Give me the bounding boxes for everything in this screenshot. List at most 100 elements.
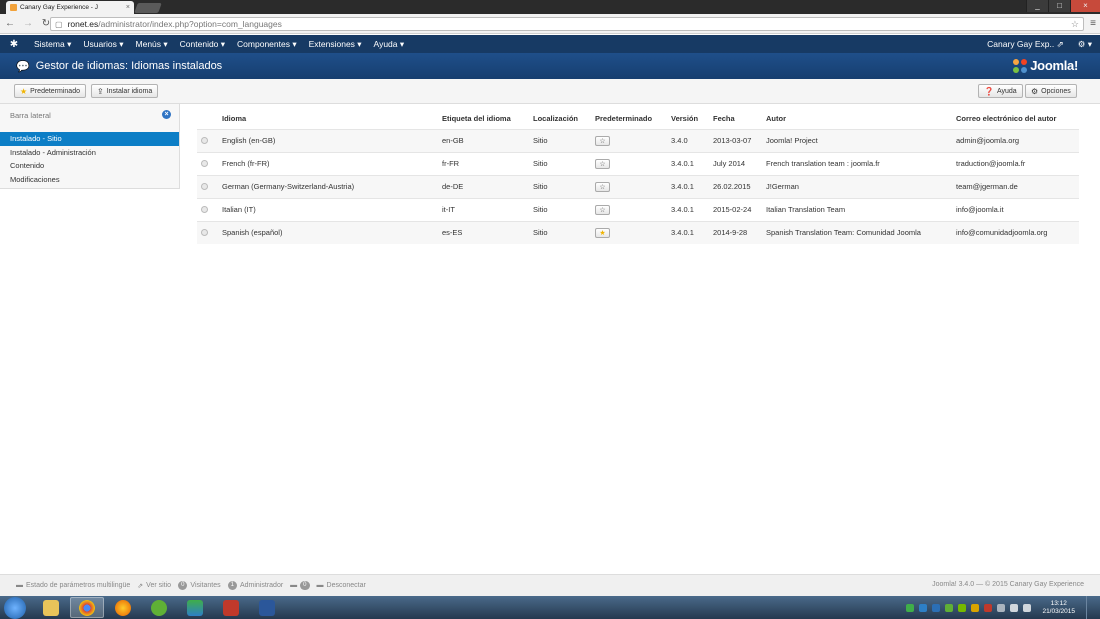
tray-icon-security[interactable] xyxy=(984,603,993,612)
multilang-status[interactable]: ▬ Estado de parámetros multilingüe xyxy=(16,582,130,589)
install-language-button[interactable]: ⇪ Instalar idioma xyxy=(91,84,159,98)
sidebar-item-overrides[interactable]: Modificaciones xyxy=(0,173,179,187)
cell-location: Sitio xyxy=(533,174,595,198)
table-header-row: Idioma Etiqueta del idioma Localización … xyxy=(197,108,1079,129)
site-link[interactable]: Canary Gay Exp.. ⇗ xyxy=(987,39,1064,50)
col-header-language[interactable]: Idioma xyxy=(222,108,442,129)
col-header-author[interactable]: Autor xyxy=(766,108,956,129)
menu-componentes[interactable]: Componentes ▾ xyxy=(231,39,303,50)
col-header-email[interactable]: Correo electrónico del autor xyxy=(956,108,1079,129)
joomla-menu-logo-icon[interactable]: ✱ xyxy=(0,39,28,50)
cell-version: 3.4.0.1 xyxy=(671,220,713,244)
browser-tab-title: Canary Gay Experience - J xyxy=(20,4,99,11)
taskbar-filezilla[interactable] xyxy=(214,597,248,618)
sidebar-item-installed-site[interactable]: Instalado - Sitio xyxy=(0,132,179,146)
tray-icon-nvidia[interactable] xyxy=(958,603,967,612)
show-desktop-button[interactable] xyxy=(1086,596,1094,619)
address-bar[interactable]: ▢ ronet.es/administrator/index.php?optio… xyxy=(50,17,1084,31)
taskbar-firefox[interactable] xyxy=(106,597,140,618)
browser-tab[interactable]: Canary Gay Experience - J × xyxy=(6,1,134,14)
help-button[interactable]: ❓ Ayuda xyxy=(978,84,1023,98)
window-controls: _ □ × xyxy=(1026,0,1100,12)
external-link-icon: ⇗ xyxy=(137,582,144,590)
status-bar: ▬ Estado de parámetros multilingüe ⇗ Ver… xyxy=(0,574,1100,596)
tray-icon-utorrent[interactable] xyxy=(945,603,954,612)
tray-icon-java[interactable] xyxy=(971,603,980,612)
taskbar-explorer[interactable] xyxy=(34,597,68,618)
row-select-radio[interactable] xyxy=(201,229,208,237)
tray-icon-flag[interactable] xyxy=(997,603,1006,612)
minimize-button[interactable]: _ xyxy=(1026,0,1048,12)
cell-tag: it-IT xyxy=(442,197,533,221)
cell-email: team@jgerman.de xyxy=(956,174,1079,198)
default-star-empty-icon[interactable]: ☆ xyxy=(595,181,610,192)
joomla-favicon-icon xyxy=(10,4,17,11)
logout-link[interactable]: ▬ Desconectar xyxy=(317,582,366,589)
windows-start-icon[interactable] xyxy=(4,596,26,619)
taskbar-utorrent[interactable] xyxy=(142,597,176,618)
tray-icon-volume[interactable] xyxy=(1023,603,1032,612)
default-star-empty-icon[interactable]: ☆ xyxy=(595,158,610,169)
col-header-default[interactable]: Predeterminado xyxy=(595,108,671,129)
default-star-empty-icon[interactable]: ☆ xyxy=(595,204,610,215)
page-title: Gestor de idiomas: Idiomas instalados xyxy=(35,60,223,72)
menu-contenido[interactable]: Contenido ▾ xyxy=(174,39,231,50)
table-row: German (Germany-Switzerland-Austria) de-D… xyxy=(197,174,1079,198)
browser-tab-bar: Canary Gay Experience - J × _ □ × xyxy=(0,0,1100,14)
new-tab-button[interactable] xyxy=(134,3,162,13)
cell-date: 2015-02-24 xyxy=(713,197,766,221)
row-select-radio[interactable] xyxy=(201,160,208,167)
tray-icon-network-bars[interactable] xyxy=(1010,603,1019,612)
tray-icon-sync[interactable] xyxy=(919,603,928,612)
languages-table: Idioma Etiqueta del idioma Localización … xyxy=(197,108,1079,244)
col-header-location[interactable]: Localización xyxy=(533,108,595,129)
taskbar-clock[interactable]: 13:12 21/03/2015 xyxy=(1042,600,1075,616)
table-row: Italian (IT) it-IT Sitio ☆ 3.4.0.1 2015-02-24… xyxy=(197,197,1079,221)
browser-menu-icon[interactable]: ≡ xyxy=(1090,18,1096,29)
tab-close-icon[interactable]: × xyxy=(126,4,130,11)
taskbar-word[interactable] xyxy=(250,597,284,618)
taskbar-transfer[interactable] xyxy=(178,597,212,618)
cell-version: 3.4.0.1 xyxy=(671,151,713,175)
menu-extensiones[interactable]: Extensiones ▾ xyxy=(303,39,368,50)
cell-location: Sitio xyxy=(533,128,595,152)
menu-usuarios[interactable]: Usuarios ▾ xyxy=(77,39,129,50)
col-header-tag[interactable]: Etiqueta del idioma xyxy=(442,108,533,129)
cell-tag: en-GB xyxy=(442,128,533,152)
menu-sistema[interactable]: Sistema ▾ xyxy=(28,39,77,50)
row-select-radio[interactable] xyxy=(201,183,208,190)
sidebar-item-content[interactable]: Contenido xyxy=(0,159,179,173)
envelope-icon: ▬ xyxy=(290,582,298,589)
filezilla-icon xyxy=(223,599,239,616)
messages-count[interactable]: ▬ 0 xyxy=(290,581,310,590)
col-header-version[interactable]: Versión xyxy=(671,108,713,129)
menu-ayuda[interactable]: Ayuda ▾ xyxy=(368,39,411,50)
options-button[interactable]: ⚙ Opciones xyxy=(1025,84,1077,98)
default-star-filled-icon[interactable]: ★ xyxy=(595,227,610,238)
tray-icon-monitor[interactable] xyxy=(932,603,941,612)
cell-author: Italian Translation Team xyxy=(766,197,956,221)
cell-email: traduction@joomla.fr xyxy=(956,151,1079,175)
menu-menus[interactable]: Menús ▾ xyxy=(130,39,174,50)
languages-table-wrapper: Idioma Etiqueta del idioma Localización … xyxy=(197,108,1079,244)
back-arrow-icon[interactable]: ← xyxy=(4,18,16,29)
row-select-radio[interactable] xyxy=(201,137,208,144)
row-select-radio[interactable] xyxy=(201,206,208,213)
cell-location: Sitio xyxy=(533,197,595,221)
taskbar-chrome[interactable] xyxy=(70,597,104,618)
settings-gear-icon[interactable]: ⚙ ▾ xyxy=(1078,39,1092,50)
joomla-brand-text: Joomla! xyxy=(1030,58,1078,73)
forward-arrow-icon[interactable]: → xyxy=(22,18,34,29)
sidebar-toggle-icon[interactable]: × xyxy=(162,110,171,119)
bookmark-star-icon[interactable]: ☆ xyxy=(1071,19,1079,30)
default-star-empty-icon[interactable]: ☆ xyxy=(595,135,610,146)
default-button[interactable]: ★ Predeterminado xyxy=(14,84,86,98)
sidebar-title: Barra lateral xyxy=(10,110,51,120)
sidebar-item-installed-admin[interactable]: Instalado - Administración xyxy=(0,146,179,160)
cell-language: French (fr-FR) xyxy=(222,151,442,175)
col-header-date[interactable]: Fecha xyxy=(713,108,766,129)
view-site-link[interactable]: ⇗ Ver sitio xyxy=(137,582,171,590)
close-window-button[interactable]: × xyxy=(1070,0,1100,12)
maximize-button[interactable]: □ xyxy=(1048,0,1070,12)
tray-icon-network[interactable] xyxy=(906,603,915,612)
